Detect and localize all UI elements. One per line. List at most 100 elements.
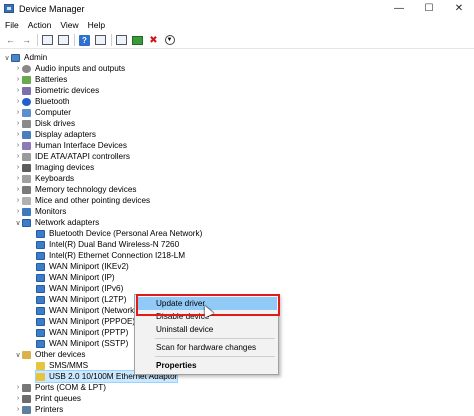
tree-device[interactable]: WAN Miniport (PPPOE) xyxy=(36,316,135,327)
properties-menu-item[interactable]: Properties xyxy=(136,359,277,372)
network-adapter-icon xyxy=(36,317,45,326)
tree-device[interactable]: WAN Miniport (L2TP) xyxy=(36,294,127,305)
chevron-down-icon[interactable]: ∨ xyxy=(3,54,11,62)
title-bar: Device Manager — ☐ ✕ xyxy=(0,0,474,17)
menu-bar: File Action View Help xyxy=(0,17,474,32)
tree-category[interactable]: › Display adapters xyxy=(14,129,96,140)
menu-divider xyxy=(155,338,275,339)
print-queue-icon xyxy=(22,394,31,403)
tree-category[interactable]: › Biometric devices xyxy=(14,85,99,96)
chevron-right-icon[interactable]: › xyxy=(14,131,22,138)
display-adapter-icon xyxy=(22,130,31,139)
warning-device-icon xyxy=(36,361,45,370)
toolbar: ← → ? ✖ ▼ xyxy=(0,32,474,49)
network-adapter-icon xyxy=(36,273,45,282)
tree-category[interactable]: › Monitors xyxy=(14,206,67,217)
tree-device[interactable]: SMS/MMS xyxy=(36,360,88,371)
chevron-right-icon[interactable]: › xyxy=(14,175,22,182)
network-adapter-icon xyxy=(36,328,45,337)
menu-file[interactable]: File xyxy=(1,20,23,30)
properties-icon[interactable] xyxy=(57,34,70,47)
download-driver-icon[interactable]: ▼ xyxy=(163,34,176,47)
tree-category[interactable]: › Ports (COM & LPT) xyxy=(14,382,106,393)
chevron-right-icon[interactable]: › xyxy=(14,395,22,402)
tree-device[interactable]: WAN Miniport (IP) xyxy=(36,272,115,283)
tree-category[interactable]: › Bluetooth xyxy=(14,96,70,107)
tree-category[interactable]: › Imaging devices xyxy=(14,162,94,173)
chevron-right-icon[interactable]: › xyxy=(14,186,22,193)
tree-device[interactable]: WAN Miniport (PPTP) xyxy=(36,327,128,338)
scan-hardware-menu-item[interactable]: Scan for hardware changes xyxy=(136,341,277,354)
toolbar-divider xyxy=(111,34,112,46)
computer-icon xyxy=(22,108,31,117)
tree-category[interactable]: › Keyboards xyxy=(14,173,74,184)
device-manager-icon xyxy=(4,4,14,13)
tree-category[interactable]: › Computer xyxy=(14,107,71,118)
back-arrow-icon[interactable]: ← xyxy=(4,34,17,47)
hid-icon xyxy=(22,141,31,150)
forward-arrow-icon[interactable]: → xyxy=(20,34,33,47)
tree-device[interactable]: WAN Miniport (IPv6) xyxy=(36,283,123,294)
window-title: Device Manager xyxy=(19,3,85,14)
chevron-right-icon[interactable]: › xyxy=(14,406,22,413)
chevron-right-icon[interactable]: › xyxy=(14,76,22,83)
network-adapter-icon xyxy=(36,295,45,304)
chevron-right-icon[interactable]: › xyxy=(14,197,22,204)
tree-device[interactable]: WAN Miniport (IKEv2) xyxy=(36,261,129,272)
chevron-right-icon[interactable]: › xyxy=(14,109,22,116)
show-hide-console-tree-icon[interactable] xyxy=(41,34,54,47)
tree-category[interactable]: › Memory technology devices xyxy=(14,184,137,195)
tree-category-other-devices[interactable]: ∨ Other devices xyxy=(14,349,85,360)
tree-device[interactable]: Intel(R) Dual Band Wireless-N 7260 xyxy=(36,239,179,250)
ide-controller-icon xyxy=(22,152,31,161)
chevron-right-icon[interactable]: › xyxy=(14,98,22,105)
tree-device[interactable]: WAN Miniport (SSTP) xyxy=(36,338,128,349)
fingerprint-icon xyxy=(22,86,31,95)
chevron-down-icon[interactable]: ∨ xyxy=(14,219,22,227)
maximize-icon[interactable]: ☐ xyxy=(414,0,444,17)
action-pane-icon[interactable] xyxy=(94,34,107,47)
chevron-down-icon[interactable]: ∨ xyxy=(14,351,22,359)
network-adapter-icon xyxy=(36,251,45,260)
tree-device[interactable]: WAN Miniport (Network M xyxy=(36,305,143,316)
chevron-right-icon[interactable]: › xyxy=(14,120,22,127)
camera-icon xyxy=(22,163,31,172)
menu-action[interactable]: Action xyxy=(24,20,56,30)
tree-category-network-adapters[interactable]: ∨ Network adapters xyxy=(14,217,99,228)
minimize-icon[interactable]: — xyxy=(384,0,414,17)
uninstall-device-icon[interactable]: ✖ xyxy=(147,34,160,47)
help-icon[interactable]: ? xyxy=(78,34,91,47)
tree-category[interactable]: › Batteries xyxy=(14,74,67,85)
chevron-right-icon[interactable]: › xyxy=(14,384,22,391)
menu-view[interactable]: View xyxy=(56,20,82,30)
update-driver-icon[interactable] xyxy=(131,34,144,47)
close-icon[interactable]: ✕ xyxy=(444,0,474,17)
chevron-right-icon[interactable]: › xyxy=(14,87,22,94)
keyboard-icon xyxy=(22,174,31,183)
port-icon xyxy=(22,383,31,392)
scan-hardware-icon[interactable] xyxy=(115,34,128,47)
chevron-right-icon[interactable]: › xyxy=(14,164,22,171)
memory-card-icon xyxy=(22,185,31,194)
toolbar-divider xyxy=(74,34,75,46)
tree-category[interactable]: › IDE ATA/ATAPI controllers xyxy=(14,151,130,162)
unknown-device-icon xyxy=(22,350,31,359)
chevron-right-icon[interactable]: › xyxy=(14,65,22,72)
tree-device[interactable]: Intel(R) Ethernet Connection I218-LM xyxy=(36,250,185,261)
tree-device[interactable]: Bluetooth Device (Personal Area Network) xyxy=(36,228,202,239)
tree-category[interactable]: › Print queues xyxy=(14,393,81,404)
tree-category[interactable]: › Disk drives xyxy=(14,118,75,129)
tree-category[interactable]: › Human Interface Devices xyxy=(14,140,127,151)
printer-icon xyxy=(22,405,31,414)
tree-root[interactable]: ∨ Admin xyxy=(3,52,47,63)
chevron-right-icon[interactable]: › xyxy=(14,208,22,215)
disk-drive-icon xyxy=(22,119,31,128)
network-adapter-icon xyxy=(36,339,45,348)
tree-category[interactable]: › Printers xyxy=(14,404,63,415)
menu-help[interactable]: Help xyxy=(84,20,109,30)
uninstall-device-menu-item[interactable]: Uninstall device xyxy=(136,323,277,336)
chevron-right-icon[interactable]: › xyxy=(14,153,22,160)
tree-category[interactable]: › Mice and other pointing devices xyxy=(14,195,150,206)
tree-category[interactable]: › Audio inputs and outputs xyxy=(14,63,125,74)
chevron-right-icon[interactable]: › xyxy=(14,142,22,149)
